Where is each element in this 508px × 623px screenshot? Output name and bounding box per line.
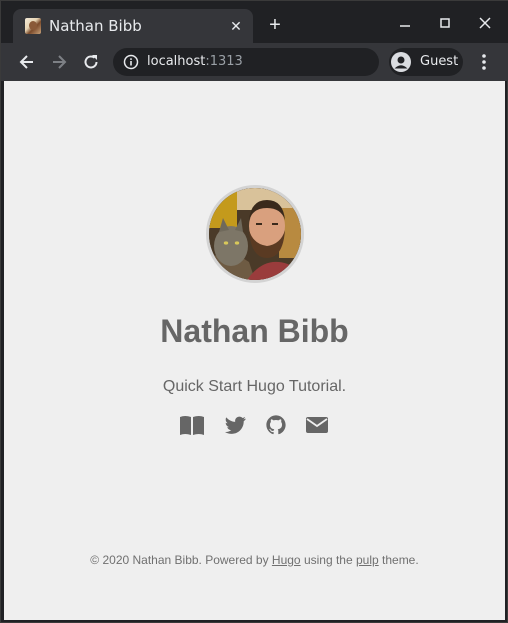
url-text[interactable]: localhost:1313	[147, 54, 243, 69]
browser-window: Nathan Bibb ✕ + localhost:1313 Guest Nat…	[0, 0, 508, 623]
back-button[interactable]	[17, 52, 37, 72]
profile-label: Guest	[420, 54, 459, 69]
arrow-right-icon	[53, 55, 67, 69]
envelope-icon	[306, 417, 328, 433]
browser-toolbar: localhost:1313 Guest	[1, 43, 508, 81]
github-link[interactable]	[264, 414, 290, 438]
profile-button[interactable]: Guest	[389, 48, 463, 76]
profile-photo	[206, 185, 304, 283]
site-title: Nathan Bibb	[160, 313, 349, 349]
favicon-icon	[25, 18, 41, 34]
arrow-left-icon	[19, 55, 33, 69]
minimize-button[interactable]	[393, 13, 417, 33]
tab-active[interactable]: Nathan Bibb ✕	[13, 9, 253, 43]
twitter-icon	[224, 416, 246, 434]
browser-menu-button[interactable]	[475, 52, 493, 72]
forward-button[interactable]	[49, 52, 69, 72]
maximize-button[interactable]	[433, 13, 457, 33]
twitter-link[interactable]	[223, 414, 249, 438]
reload-button[interactable]	[81, 52, 101, 72]
footer-suffix: theme.	[378, 553, 419, 567]
new-tab-button[interactable]: +	[265, 15, 285, 35]
email-link[interactable]	[305, 414, 331, 438]
pulp-theme-link[interactable]: pulp	[356, 553, 379, 567]
kebab-menu-icon	[482, 54, 486, 70]
address-bar[interactable]: localhost:1313	[113, 48, 379, 76]
page-content: Nathan Bibb Quick Start Hugo Tutorial. ©…	[4, 81, 505, 620]
tab-close-icon[interactable]: ✕	[227, 17, 245, 35]
info-icon[interactable]	[123, 54, 139, 70]
book-link[interactable]	[179, 414, 205, 438]
book-icon	[180, 416, 204, 435]
footer-copyright: © 2020 Nathan Bibb. Powered by	[90, 553, 272, 567]
footer: © 2020 Nathan Bibb. Powered by Hugo usin…	[4, 553, 505, 567]
profile-icon	[391, 52, 411, 72]
github-icon	[266, 415, 286, 435]
tab-title: Nathan Bibb	[49, 17, 142, 35]
footer-middle: using the	[300, 553, 356, 567]
hugo-link[interactable]: Hugo	[272, 553, 301, 567]
url-host: localhost	[147, 54, 206, 69]
site-description: Quick Start Hugo Tutorial.	[162, 378, 347, 395]
url-port: :1313	[205, 54, 243, 69]
tab-strip: Nathan Bibb ✕ +	[1, 1, 508, 43]
reload-icon	[84, 55, 98, 69]
close-window-button[interactable]	[473, 13, 497, 33]
